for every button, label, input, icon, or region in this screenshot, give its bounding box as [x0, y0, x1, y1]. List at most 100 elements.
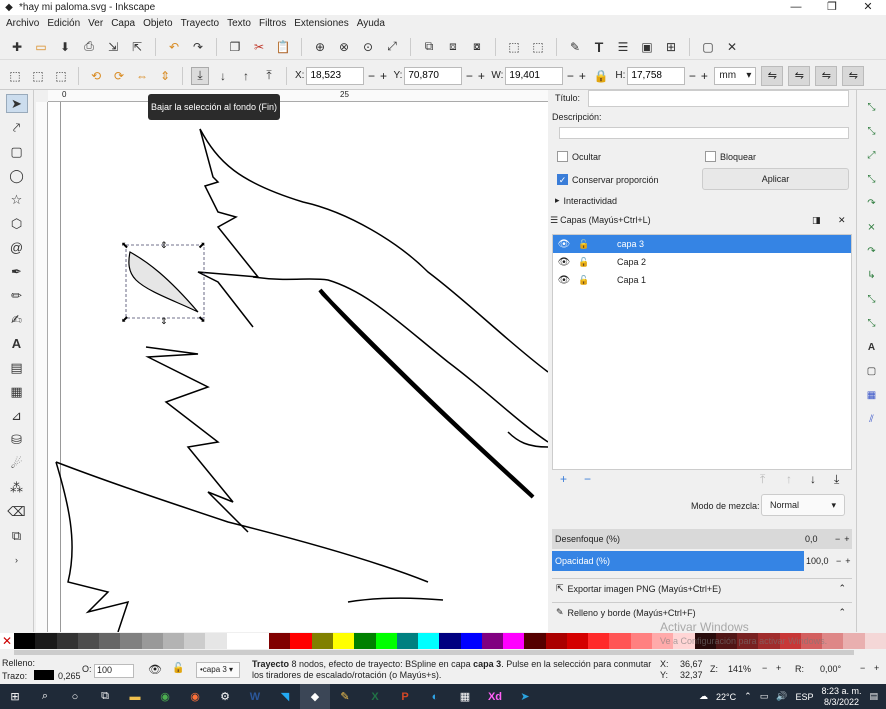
- ocultar-checkbox[interactable]: Ocultar: [557, 151, 601, 162]
- titulo-input[interactable]: [588, 90, 849, 107]
- clone-icon[interactable]: ⧈: [444, 38, 462, 56]
- select-all-layers-icon[interactable]: ⬚: [29, 67, 47, 85]
- color-swatch[interactable]: [205, 633, 227, 649]
- firefox-icon[interactable]: ◉: [180, 684, 210, 709]
- aplicar-button[interactable]: Aplicar: [702, 168, 849, 190]
- h-decrement[interactable]: −: [687, 69, 697, 83]
- redo-icon[interactable]: ↷: [189, 38, 207, 56]
- zoom-increment[interactable]: +: [776, 663, 781, 673]
- snap-nodes-icon[interactable]: ⤡: [863, 170, 881, 188]
- menu-ayuda[interactable]: Ayuda: [353, 18, 389, 29]
- stroke-swatch[interactable]: [34, 670, 54, 680]
- rotate-cw-icon[interactable]: ⟳: [110, 67, 128, 85]
- eye-icon[interactable]: 👁: [557, 257, 571, 268]
- xml-editor-icon[interactable]: ▣: [638, 38, 656, 56]
- color-swatch[interactable]: [354, 633, 376, 649]
- gradient-tool-icon[interactable]: ▤: [6, 358, 28, 377]
- eye-icon[interactable]: 👁: [557, 239, 571, 250]
- open-icon[interactable]: ▭: [32, 38, 50, 56]
- file-explorer-icon[interactable]: ▬: [120, 684, 150, 709]
- selector-tool-icon[interactable]: ➤: [5, 94, 28, 113]
- eye-icon[interactable]: 👁: [148, 663, 162, 676]
- lower-layer-bottom-icon[interactable]: ⤓: [834, 472, 839, 487]
- minimize-button[interactable]: —: [778, 0, 814, 15]
- expand-toolbox-icon[interactable]: ›: [6, 550, 28, 569]
- export-icon[interactable]: ⇱: [128, 38, 146, 56]
- no-paint-swatch[interactable]: ✕: [0, 633, 14, 649]
- powerpoint-icon[interactable]: P: [390, 684, 420, 709]
- snap-bbox-icon[interactable]: ⤡: [863, 122, 881, 140]
- spray-tool-icon[interactable]: ⁂: [6, 478, 28, 497]
- rotation-increment[interactable]: +: [874, 663, 879, 673]
- layer-row[interactable]: 👁 🔓 Capa 1: [553, 271, 851, 289]
- menu-archivo[interactable]: Archivo: [2, 18, 43, 29]
- duplicate-icon[interactable]: ⧉: [420, 38, 438, 56]
- zoom-page-icon[interactable]: ⊙: [359, 38, 377, 56]
- ungroup-icon[interactable]: ⬚: [529, 38, 547, 56]
- telegram-icon[interactable]: ➤: [510, 684, 540, 709]
- color-swatch[interactable]: [14, 633, 36, 649]
- text-tool-icon[interactable]: A: [6, 334, 28, 353]
- notifications-icon[interactable]: ▤: [869, 691, 878, 702]
- raise-layer-top-icon[interactable]: ⤒: [760, 472, 765, 487]
- export-png-section[interactable]: ⇱ Exportar imagen PNG (Mayús+Ctrl+E) ⌃: [552, 578, 852, 598]
- add-layer-icon[interactable]: +: [560, 472, 567, 486]
- y-decrement[interactable]: −: [464, 69, 474, 83]
- snap-page-icon[interactable]: ▢: [863, 362, 881, 380]
- snap-center-icon[interactable]: ⤡: [863, 290, 881, 308]
- color-swatch[interactable]: [35, 633, 57, 649]
- xd-icon[interactable]: Xd: [480, 684, 510, 709]
- scale-corners-toggle[interactable]: ⇋: [788, 65, 811, 86]
- color-swatch[interactable]: [439, 633, 461, 649]
- color-swatch[interactable]: [269, 633, 291, 649]
- color-swatch[interactable]: [864, 633, 886, 649]
- document-properties-icon[interactable]: ▢: [699, 38, 717, 56]
- x-decrement[interactable]: −: [366, 69, 376, 83]
- lower-to-bottom-icon[interactable]: ⤓: [191, 66, 209, 85]
- menu-texto[interactable]: Texto: [223, 18, 255, 29]
- drawing-canvas[interactable]: ⬉ ⇕ ⬈ ⬋ ⇕ ⬊: [48, 102, 548, 632]
- color-swatch[interactable]: [460, 633, 482, 649]
- pen-tool-icon[interactable]: ✒: [6, 262, 28, 281]
- color-swatch[interactable]: [56, 633, 78, 649]
- rotation-decrement[interactable]: −: [860, 663, 865, 673]
- node-tool-icon[interactable]: ⤤: [6, 118, 28, 137]
- ellipse-tool-icon[interactable]: ◯: [6, 166, 28, 185]
- network-icon[interactable]: ▭: [760, 691, 769, 702]
- color-swatch[interactable]: [375, 633, 397, 649]
- snap-bbox-edge-icon[interactable]: ⤢: [863, 146, 881, 164]
- snap-midpoint-icon[interactable]: ↳: [863, 266, 881, 284]
- color-swatch[interactable]: [609, 633, 631, 649]
- horizontal-ruler[interactable]: 0 25 50: [48, 90, 617, 102]
- color-swatch[interactable]: [588, 633, 610, 649]
- x-increment[interactable]: +: [378, 69, 388, 83]
- dock-float-icon[interactable]: ◨: [812, 215, 821, 226]
- align-distribute-icon[interactable]: ⊞: [662, 38, 680, 56]
- store-icon[interactable]: ▦: [450, 684, 480, 709]
- word-icon[interactable]: W: [240, 684, 270, 709]
- paste-icon[interactable]: 📋: [274, 38, 292, 56]
- volume-icon[interactable]: 🔊: [776, 691, 787, 702]
- opacity-slider[interactable]: Opacidad (%) 100,0 − +: [552, 551, 852, 571]
- lock-icon[interactable]: 🔓: [577, 257, 591, 268]
- edge-icon[interactable]: ◐: [420, 684, 450, 709]
- color-swatch[interactable]: [120, 633, 142, 649]
- lock-icon[interactable]: 🔓: [577, 239, 591, 250]
- language-indicator[interactable]: ESP: [795, 692, 813, 702]
- undo-icon[interactable]: ↶: [165, 38, 183, 56]
- snap-smooth-icon[interactable]: ↷: [863, 242, 881, 260]
- x-input[interactable]: [306, 66, 365, 85]
- raise-icon[interactable]: ↑: [237, 67, 255, 85]
- raise-layer-icon[interactable]: ↑: [786, 472, 792, 486]
- snap-grid-icon[interactable]: ▦: [863, 386, 881, 404]
- menu-edicion[interactable]: Edición: [43, 18, 84, 29]
- bloquear-checkbox[interactable]: Bloquear: [705, 151, 756, 162]
- h-increment[interactable]: +: [699, 69, 709, 83]
- color-swatch[interactable]: [418, 633, 440, 649]
- transform-gradients-toggle[interactable]: ⇋: [815, 65, 838, 86]
- stroke-width[interactable]: 0,265: [58, 671, 81, 681]
- color-swatch[interactable]: [843, 633, 865, 649]
- mesh-tool-icon[interactable]: ▦: [6, 382, 28, 401]
- lower-layer-icon[interactable]: ↓: [810, 472, 816, 486]
- palette-scrollbar[interactable]: [14, 650, 854, 655]
